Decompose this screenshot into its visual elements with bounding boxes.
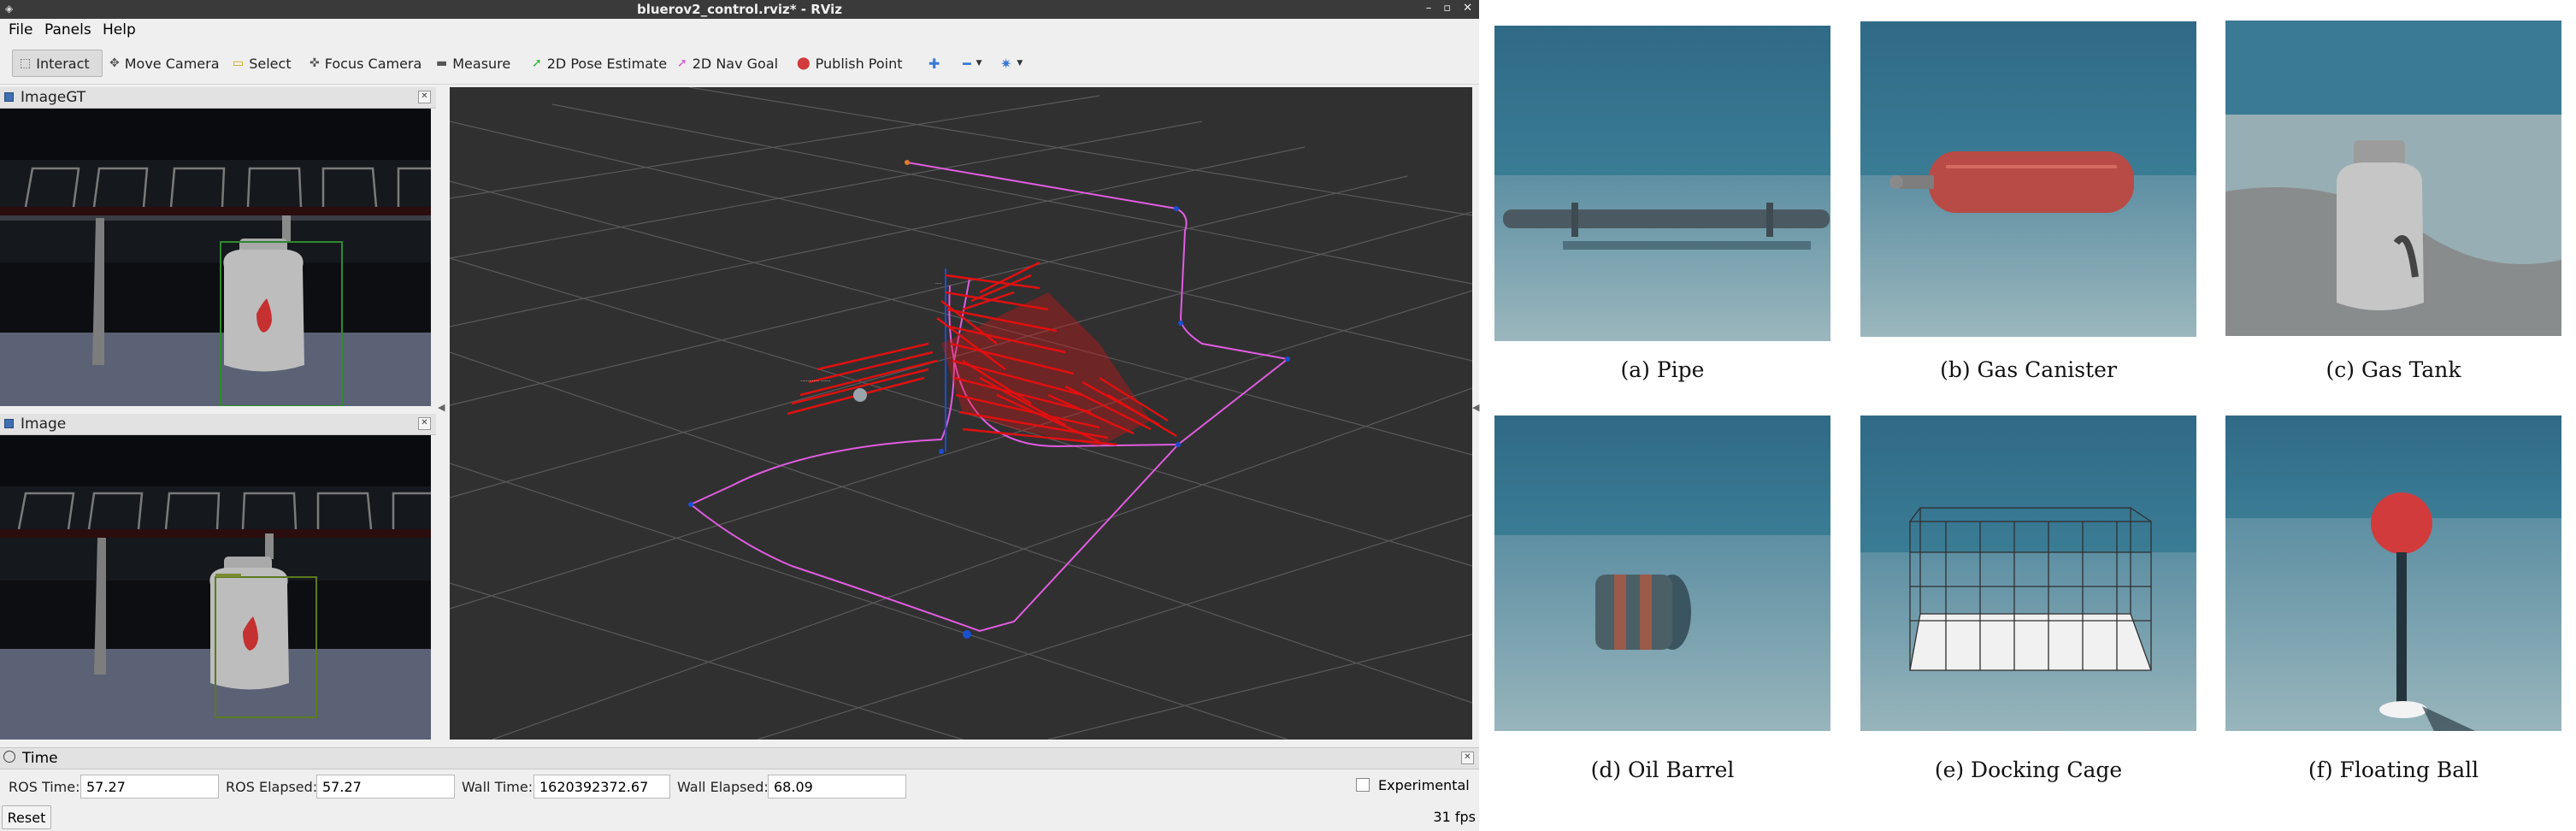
image-title: Image bbox=[21, 416, 67, 433]
wall-elapsed-label: Wall Elapsed: bbox=[677, 779, 769, 795]
minus-icon: ━ bbox=[963, 55, 971, 72]
measure-label: Measure bbox=[452, 55, 511, 72]
image-panel-icon bbox=[4, 92, 14, 102]
focus-camera-button[interactable]: ✜ Focus Camera bbox=[303, 50, 428, 77]
menu-file[interactable]: File bbox=[9, 21, 32, 38]
pink-arrow-icon: ➚ bbox=[677, 56, 687, 70]
select-label: Select bbox=[249, 55, 292, 72]
dropdown-icon: ▼ bbox=[976, 59, 982, 68]
caption-floating-ball: (f) Floating Ball bbox=[2308, 757, 2479, 782]
wall-time-field[interactable] bbox=[533, 775, 670, 799]
ros-time-label: ROS Time: bbox=[9, 779, 80, 795]
pose-estimate-label: 2D Pose Estimate bbox=[546, 55, 668, 72]
cursor-icon: ⬚ bbox=[20, 56, 32, 70]
clock-icon bbox=[3, 751, 15, 763]
oil-barrel-image bbox=[1494, 416, 1830, 731]
3d-view[interactable]: ·········· ····· ···· bbox=[450, 87, 1472, 740]
ros-elapsed-field[interactable] bbox=[316, 775, 455, 799]
remove-tool-button[interactable]: ━ ▼ bbox=[956, 50, 989, 77]
time-fields-row: ROS Time: ROS Elapsed: Wall Time: Wall E… bbox=[0, 771, 1479, 802]
tool-properties-button[interactable]: ✷ ▼ bbox=[993, 50, 1029, 77]
time-panel-title: Time bbox=[22, 750, 58, 767]
minimize-icon[interactable]: – bbox=[1426, 2, 1432, 15]
menu-help[interactable]: Help bbox=[103, 21, 136, 38]
select-icon: ▭ bbox=[233, 56, 245, 70]
reset-button[interactable]: Reset bbox=[2, 805, 51, 829]
interact-tool-button[interactable]: ⬚ Interact bbox=[12, 50, 103, 77]
close-icon[interactable]: ✕ bbox=[1463, 2, 1472, 15]
image-panel-header[interactable]: Image ✕ bbox=[0, 414, 436, 435]
maximize-icon[interactable]: ▫ bbox=[1443, 2, 1451, 15]
rviz-window: ◈ bluerov2_control.rviz* - RViz – ▫ ✕ Fi… bbox=[0, 0, 1479, 831]
caption-gas-canister: (b) Gas Canister bbox=[1940, 357, 2117, 382]
svg-text:·········· ·····: ·········· ····· bbox=[800, 378, 831, 385]
menu-bar: File Panels Help bbox=[0, 19, 1479, 41]
close-panel-icon[interactable]: ✕ bbox=[1461, 751, 1474, 764]
collapse-right-icon[interactable]: ◀ bbox=[1472, 402, 1479, 413]
move-camera-icon: ✥ bbox=[109, 56, 120, 70]
caption-gas-tank: (c) Gas Tank bbox=[2325, 357, 2461, 382]
collapse-left-icon[interactable]: ◀ bbox=[438, 402, 445, 413]
measure-button[interactable]: ▬ Measure bbox=[429, 50, 517, 77]
interact-label: Interact bbox=[36, 55, 90, 72]
green-arrow-icon: ➚ bbox=[532, 56, 542, 70]
ruler-icon: ▬ bbox=[436, 56, 448, 70]
close-panel-icon[interactable]: ✕ bbox=[418, 417, 431, 430]
caption-docking-cage: (e) Docking Cage bbox=[1934, 757, 2123, 782]
toolbar: ⬚ Interact ✥ Move Camera ▭ Select ✜ Focus Ca… bbox=[0, 44, 1479, 85]
move-camera-button[interactable]: ✥ Move Camera bbox=[103, 50, 227, 77]
imagegt-title: ImageGT bbox=[21, 89, 86, 106]
menu-panels[interactable]: Panels bbox=[44, 21, 91, 38]
gas-tank-image bbox=[2225, 21, 2561, 336]
gear-icon: ✷ bbox=[1000, 55, 1012, 72]
pin-icon: ⬤ bbox=[797, 56, 811, 70]
ros-elapsed-label: ROS Elapsed: bbox=[226, 779, 318, 795]
experimental-label: Experimental bbox=[1378, 777, 1470, 793]
imagegt-view bbox=[0, 109, 431, 406]
wall-elapsed-field[interactable] bbox=[768, 775, 906, 799]
nav-goal-label: 2D Nav Goal bbox=[692, 55, 779, 72]
svg-text:····: ···· bbox=[935, 281, 942, 287]
close-panel-icon[interactable]: ✕ bbox=[418, 91, 431, 103]
plus-icon: ✚ bbox=[928, 55, 940, 72]
publish-point-button[interactable]: ⬤ Publish Point bbox=[790, 50, 910, 77]
title-bar: ◈ bluerov2_control.rviz* - RViz – ▫ ✕ bbox=[0, 0, 1479, 19]
caption-oil-barrel: (d) Oil Barrel bbox=[1590, 757, 1735, 782]
focus-icon: ✜ bbox=[309, 56, 320, 70]
move-camera-label: Move Camera bbox=[124, 55, 220, 72]
focus-camera-label: Focus Camera bbox=[324, 55, 422, 72]
time-panel-header: Time ✕ bbox=[0, 747, 1479, 769]
publish-point-label: Publish Point bbox=[815, 55, 903, 72]
experimental-checkbox[interactable] bbox=[1356, 778, 1370, 792]
window-title: bluerov2_control.rviz* - RViz bbox=[636, 2, 843, 17]
pose-estimate-button[interactable]: ➚ 2D Pose Estimate bbox=[525, 50, 674, 77]
image-view bbox=[0, 435, 431, 740]
ros-time-field[interactable] bbox=[80, 775, 219, 799]
gas-canister-image bbox=[1860, 21, 2196, 337]
docking-cage-image bbox=[1860, 416, 2196, 731]
nav-goal-button[interactable]: ➚ 2D Nav Goal bbox=[670, 50, 785, 77]
imagegt-panel-header[interactable]: ImageGT ✕ bbox=[0, 87, 436, 109]
floating-ball-image bbox=[2225, 416, 2561, 731]
wall-time-label: Wall Time: bbox=[462, 779, 533, 795]
pipe-image bbox=[1494, 26, 1830, 341]
select-button[interactable]: ▭ Select bbox=[226, 50, 298, 77]
add-tool-button[interactable]: ✚ bbox=[922, 50, 946, 77]
fps-readout: 31 fps bbox=[1433, 809, 1476, 825]
dropdown-icon: ▼ bbox=[1017, 59, 1023, 68]
image-panel-icon bbox=[4, 419, 14, 428]
caption-pipe: (a) Pipe bbox=[1620, 357, 1705, 382]
